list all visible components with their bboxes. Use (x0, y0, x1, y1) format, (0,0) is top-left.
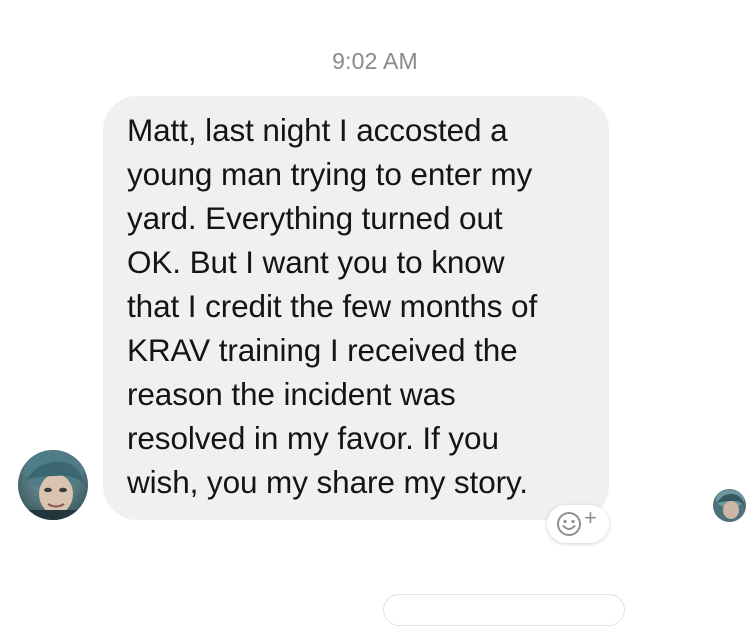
message-bubble[interactable]: Matt, last night I accosted a young man … (103, 96, 609, 520)
plus-icon: + (584, 505, 597, 530)
smiley-add-icon (557, 512, 581, 536)
read-receipt-avatar (713, 489, 746, 522)
message-text: Matt, last night I accosted a young man … (127, 112, 538, 500)
message-timestamp: 9:02 AM (332, 48, 418, 74)
sender-avatar-image (18, 450, 88, 520)
add-reaction-button[interactable]: + (547, 505, 609, 543)
sender-avatar[interactable] (18, 450, 88, 520)
read-receipt-avatar-image (713, 489, 746, 522)
